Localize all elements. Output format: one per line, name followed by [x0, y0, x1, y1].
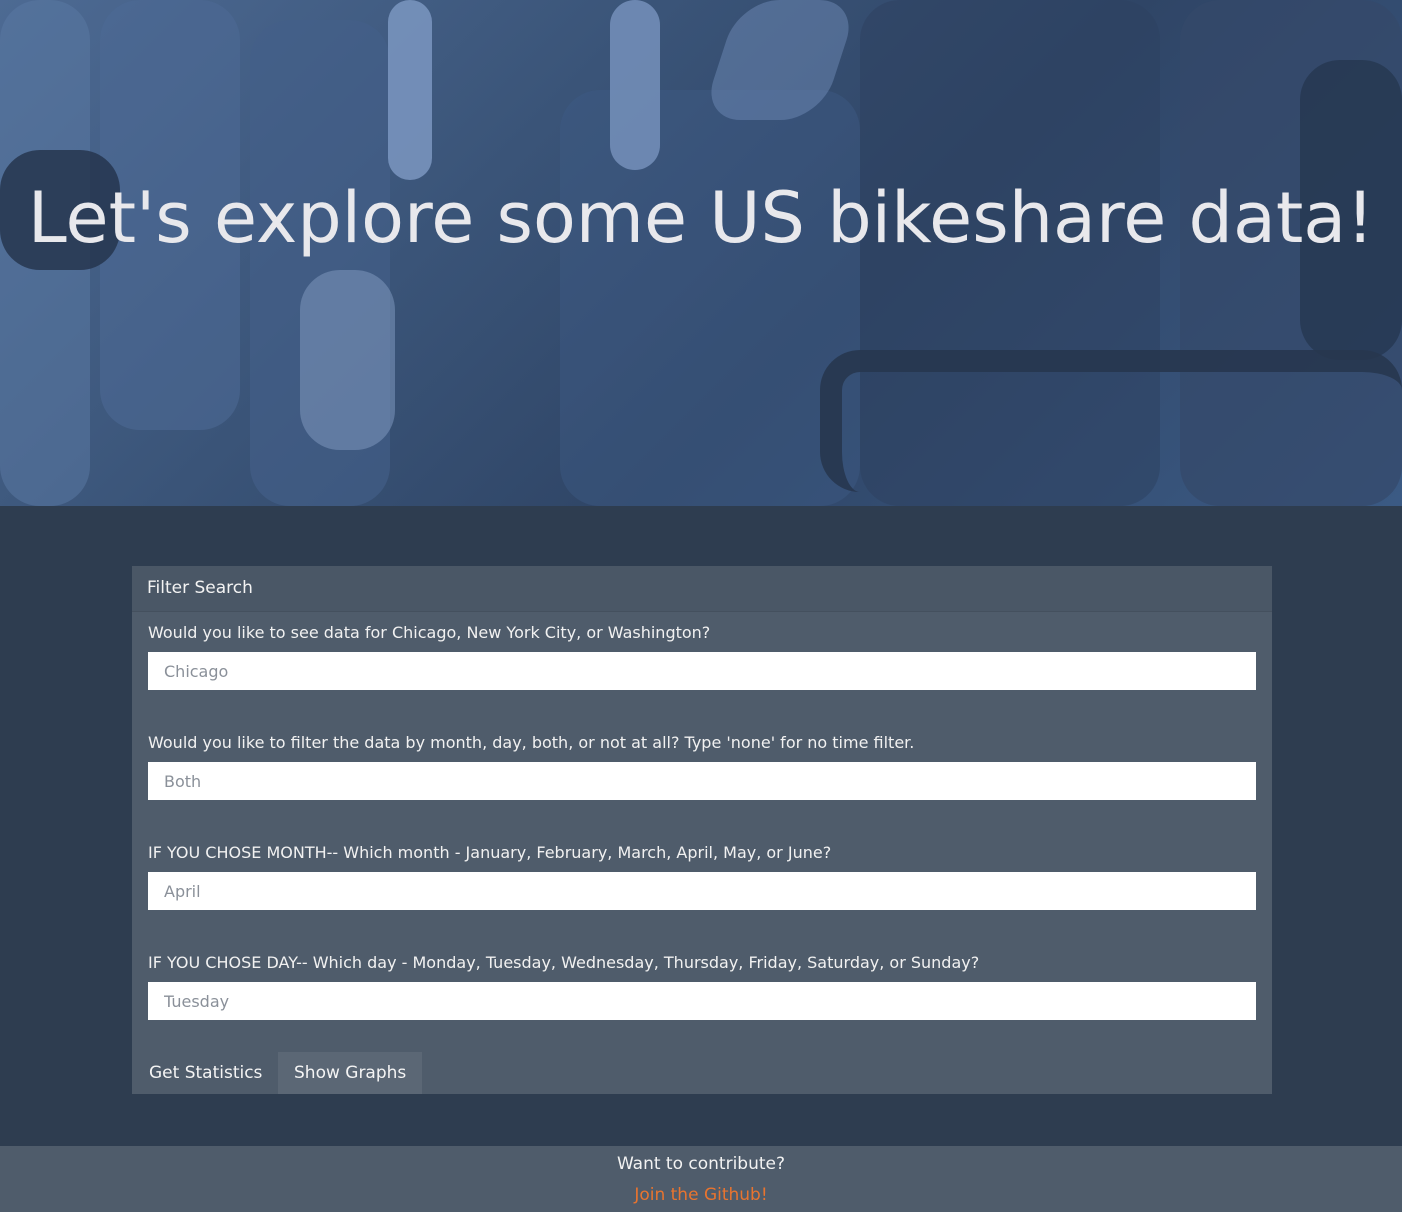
time-filter-field-group: Would you like to filter the data by mon… [148, 732, 1256, 800]
day-label: IF YOU CHOSE DAY-- Which day - Monday, T… [148, 953, 980, 972]
day-field-group: IF YOU CHOSE DAY-- Which day - Monday, T… [148, 952, 1256, 1020]
footer: Want to contribute? Join the Github! [0, 1146, 1402, 1212]
month-input[interactable] [148, 872, 1256, 910]
day-input[interactable] [148, 982, 1256, 1020]
month-field-group: IF YOU CHOSE MONTH-- Which month - Janua… [148, 842, 1256, 910]
main-content: Filter Search Would you like to see data… [0, 506, 1402, 1146]
contribute-question: Want to contribute? [616, 1154, 786, 1174]
city-field-group: Would you like to see data for Chicago, … [148, 622, 1256, 690]
month-label: IF YOU CHOSE MONTH-- Which month - Janua… [148, 843, 832, 862]
show-graphs-button[interactable]: Show Graphs [278, 1052, 423, 1094]
hero-background-shape [560, 90, 860, 506]
city-label: Would you like to see data for Chicago, … [148, 623, 711, 642]
get-statistics-button[interactable]: Get Statistics [133, 1052, 279, 1094]
hero-background-shape [300, 270, 395, 450]
time-filter-label: Would you like to filter the data by mon… [148, 733, 915, 752]
panel-header: Filter Search [132, 566, 1272, 612]
hero-banner: Let's explore some US bikeshare data! [0, 0, 1402, 506]
time-filter-input[interactable] [148, 762, 1256, 800]
hero-background-shape [388, 0, 432, 180]
hero-background-shape [610, 0, 660, 170]
filter-search-panel: Filter Search Would you like to see data… [132, 566, 1272, 1094]
hero-background-shape [820, 350, 1402, 492]
github-link[interactable]: Join the Github! [634, 1184, 767, 1206]
city-input[interactable] [148, 652, 1256, 690]
page-title: Let's explore some US bikeshare data! [27, 177, 1375, 259]
